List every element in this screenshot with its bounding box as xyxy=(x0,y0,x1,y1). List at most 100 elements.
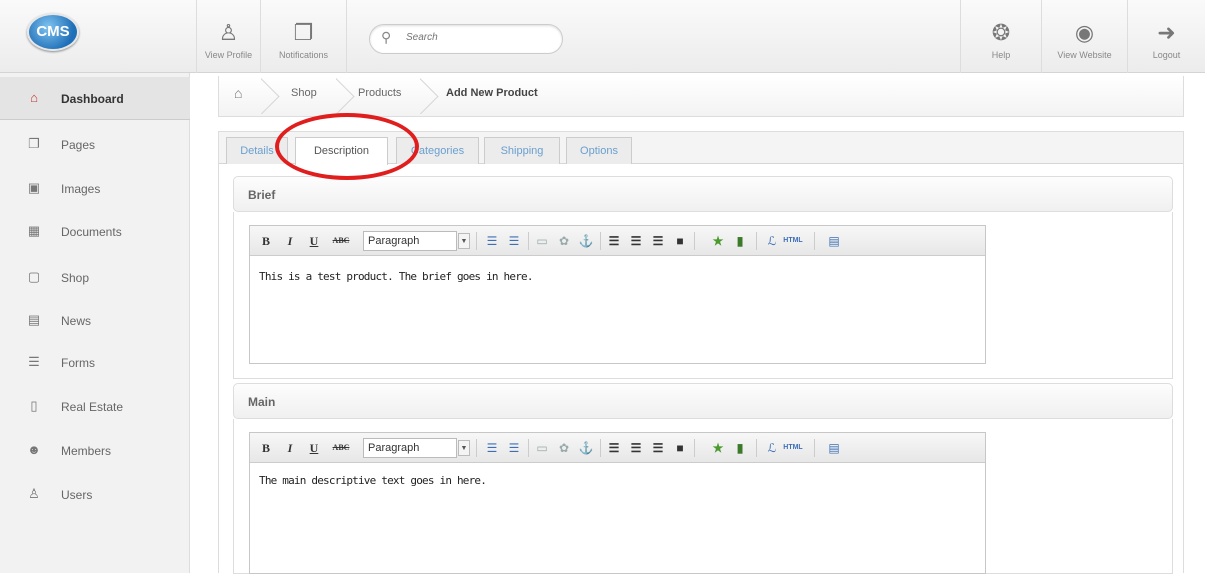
cleanup-icon[interactable]: ℒ xyxy=(764,233,780,249)
sidebar-item-label: Forms xyxy=(61,356,95,370)
link-icon[interactable]: ▭ xyxy=(534,440,550,456)
align-justify-icon[interactable]: ■ xyxy=(672,440,688,456)
sidebar-item-forms[interactable]: ☰ Forms xyxy=(0,341,190,384)
toolbar-separator xyxy=(600,439,601,457)
tab-bar: Details Description Categories Shipping … xyxy=(219,132,1183,165)
format-select[interactable]: Paragraph ▼ xyxy=(363,231,470,251)
align-center-icon[interactable]: ☰ xyxy=(628,233,644,249)
user-icon: ♙ xyxy=(28,486,40,501)
editor-toolbar: B I U ABC Paragraph ▼ ☰ ☰ ▭ ✿ ⚓ ☰ ☰ ☰ ■ ★… xyxy=(250,226,985,256)
breadcrumb-current: Add New Product xyxy=(446,87,538,99)
sidebar-item-news[interactable]: ▤ News xyxy=(0,299,190,342)
search-box[interactable]: ⚲ xyxy=(369,24,563,54)
search-input[interactable] xyxy=(406,32,556,43)
forms-icon: ☰ xyxy=(28,354,40,369)
toolbar-separator xyxy=(694,439,695,457)
webcam-icon: ◉ xyxy=(1074,20,1095,45)
align-left-icon[interactable]: ☰ xyxy=(606,233,622,249)
images-icon: ▣ xyxy=(27,180,41,195)
bold-button[interactable]: B xyxy=(258,233,274,249)
insert-media-icon[interactable]: ▮ xyxy=(732,440,748,456)
sidebar-item-label: Images xyxy=(61,182,101,196)
align-right-icon[interactable]: ☰ xyxy=(650,440,666,456)
sidebar-item-documents[interactable]: ▦ Documents xyxy=(0,210,190,253)
italic-button[interactable]: I xyxy=(282,233,298,249)
align-justify-icon[interactable]: ■ xyxy=(672,233,688,249)
toolbar-separator xyxy=(756,232,757,250)
tab-description[interactable]: Description xyxy=(295,137,388,165)
strikethrough-button[interactable]: ABC xyxy=(330,233,352,249)
help-label: Help xyxy=(991,50,1011,60)
toolbar-separator xyxy=(694,232,695,250)
format-select-value: Paragraph xyxy=(368,235,420,247)
sidebar-item-users[interactable]: ♙ Users xyxy=(0,473,190,516)
view-profile-label: View Profile xyxy=(204,50,253,60)
insert-image-icon[interactable]: ★ xyxy=(710,440,726,456)
sidebar-item-shop[interactable]: ▢ Shop xyxy=(0,256,190,299)
home-icon[interactable]: ⌂ xyxy=(234,85,242,101)
insert-media-icon[interactable]: ▮ xyxy=(732,233,748,249)
help-button[interactable]: ❂ Help xyxy=(960,0,1042,73)
link-icon[interactable]: ▭ xyxy=(534,233,550,249)
strikethrough-button[interactable]: ABC xyxy=(330,440,352,456)
format-select[interactable]: Paragraph ▼ xyxy=(363,438,470,458)
bold-button[interactable]: B xyxy=(258,440,274,456)
html-source-button[interactable]: HTML xyxy=(780,440,806,456)
main-content[interactable]: The main descriptive text goes in here. xyxy=(259,474,487,487)
paste-word-icon[interactable]: ▤ xyxy=(826,233,842,249)
numbered-list-icon[interactable]: ☰ xyxy=(506,440,522,456)
underline-button[interactable]: U xyxy=(306,440,322,456)
view-website-label: View Website xyxy=(1057,50,1112,60)
chevron-down-icon[interactable]: ▼ xyxy=(458,440,470,456)
brief-content[interactable]: This is a test product. The brief goes i… xyxy=(259,270,533,283)
anchor-icon[interactable]: ⚓ xyxy=(578,233,594,249)
sidebar-item-label: Documents xyxy=(61,225,122,239)
logout-door-icon: ➜ xyxy=(1157,20,1176,45)
unlink-icon[interactable]: ✿ xyxy=(556,440,572,456)
tab-shipping[interactable]: Shipping xyxy=(484,137,560,164)
breadcrumb-products[interactable]: Products xyxy=(358,87,401,99)
view-website-button[interactable]: ◉ View Website xyxy=(1042,0,1128,73)
view-profile-button[interactable]: ♙ View Profile xyxy=(196,0,261,73)
sidebar-item-real-estate[interactable]: ▯ Real Estate xyxy=(0,385,190,428)
paste-word-icon[interactable]: ▤ xyxy=(826,440,842,456)
main-section-title: Main xyxy=(248,395,276,409)
cleanup-icon[interactable]: ℒ xyxy=(764,440,780,456)
sidebar-item-pages[interactable]: ❐ Pages xyxy=(0,123,190,166)
sidebar-item-images[interactable]: ▣ Images xyxy=(0,167,190,210)
sidebar-item-members[interactable]: ☻ Members xyxy=(0,429,190,472)
notifications-button[interactable]: ❐ Notifications xyxy=(261,0,347,73)
align-left-icon[interactable]: ☰ xyxy=(606,440,622,456)
user-icon: ♙ xyxy=(218,20,239,45)
breadcrumb-separator xyxy=(420,78,446,114)
html-source-button[interactable]: HTML xyxy=(780,233,806,249)
align-center-icon[interactable]: ☰ xyxy=(628,440,644,456)
unlink-icon[interactable]: ✿ xyxy=(556,233,572,249)
building-icon: ▯ xyxy=(30,398,38,413)
chevron-down-icon[interactable]: ▼ xyxy=(458,233,470,249)
toolbar-separator xyxy=(528,232,529,250)
tab-categories[interactable]: Categories xyxy=(396,137,479,164)
sidebar-item-dashboard[interactable]: ⌂ Dashboard xyxy=(0,77,190,120)
main-section-header[interactable]: Main xyxy=(233,383,1173,419)
cms-logo[interactable]: CMS xyxy=(27,13,79,51)
sidebar-item-label: Real Estate xyxy=(61,400,124,414)
logout-button[interactable]: ➜ Logout xyxy=(1128,0,1205,73)
underline-button[interactable]: U xyxy=(306,233,322,249)
breadcrumb-shop[interactable]: Shop xyxy=(291,87,317,99)
lifebuoy-icon: ❂ xyxy=(991,20,1011,45)
brief-section-header[interactable]: Brief xyxy=(233,176,1173,212)
toolbar-separator xyxy=(814,439,815,457)
anchor-icon[interactable]: ⚓ xyxy=(578,440,594,456)
tab-options[interactable]: Options xyxy=(566,137,632,164)
italic-button[interactable]: I xyxy=(282,440,298,456)
insert-image-icon[interactable]: ★ xyxy=(710,233,726,249)
product-form-panel: Details Description Categories Shipping … xyxy=(218,131,1184,574)
toolbar-separator xyxy=(600,232,601,250)
sidebar-item-label: Shop xyxy=(61,271,90,285)
bullet-list-icon[interactable]: ☰ xyxy=(484,440,500,456)
bullet-list-icon[interactable]: ☰ xyxy=(484,233,500,249)
align-right-icon[interactable]: ☰ xyxy=(650,233,666,249)
numbered-list-icon[interactable]: ☰ xyxy=(506,233,522,249)
tab-details[interactable]: Details xyxy=(226,137,288,164)
